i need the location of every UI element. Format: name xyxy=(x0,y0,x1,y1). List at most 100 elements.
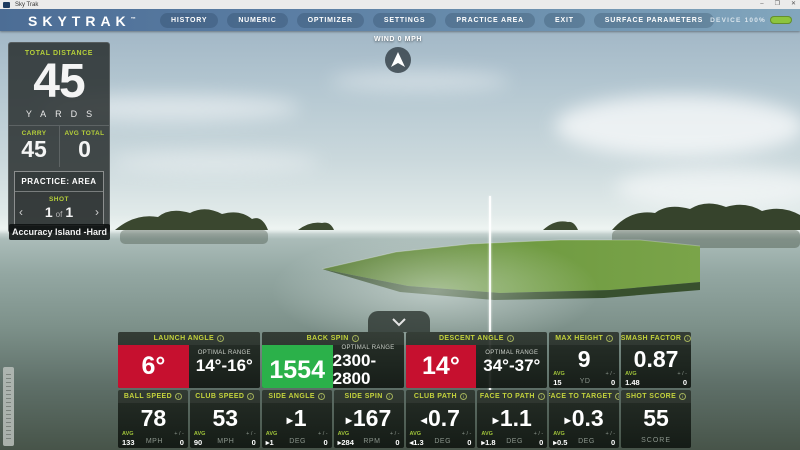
plus-minus-label: + / - xyxy=(318,432,328,438)
plus-minus-label: + / - xyxy=(534,432,544,438)
plus-minus-value: 0 xyxy=(180,439,184,447)
stat-value: 53 xyxy=(213,407,239,430)
info-icon[interactable] xyxy=(460,393,467,400)
direction-arrow-icon: ▸ xyxy=(287,414,293,426)
stat-value: 9 xyxy=(578,348,591,371)
total-distance-value: 45 xyxy=(9,57,109,107)
app-icon xyxy=(3,2,10,8)
direction-arrow-icon: ▸ xyxy=(493,414,499,426)
panel-title: MAX HEIGHT xyxy=(555,335,603,342)
stat-value: 0.87 xyxy=(634,348,679,371)
skytrak-logo: SKYTRAK™ xyxy=(28,13,136,29)
avg-value: ▸1 xyxy=(266,439,274,447)
stat-value: 55 xyxy=(643,407,669,430)
avg-label: AVG xyxy=(122,432,134,438)
info-icon[interactable] xyxy=(606,335,613,342)
score-footer-label: SCORE xyxy=(621,433,691,448)
panel-club-speed: CLUB SPEED 53 AVG90 MPH + / -0 xyxy=(190,390,260,448)
collapse-panels-button[interactable] xyxy=(368,311,430,332)
shot-label: SHOT xyxy=(15,192,103,203)
top-navbar: SKYTRAK™ HISTORY NUMERIC OPTIMIZER SETTI… xyxy=(0,9,800,31)
avg-total-value: 0 xyxy=(60,137,109,162)
info-icon[interactable] xyxy=(507,335,514,342)
avg-label: AVG xyxy=(410,432,422,438)
info-icon[interactable] xyxy=(175,393,182,400)
stat-value: 78 xyxy=(141,407,167,430)
direction-arrow-icon: ▸ xyxy=(565,414,571,426)
nav-item-numeric[interactable]: NUMERIC xyxy=(227,13,287,28)
panel-title: CLUB PATH xyxy=(414,393,457,400)
nav-item-exit[interactable]: EXIT xyxy=(544,13,585,28)
unit-label: YD xyxy=(580,378,591,386)
plus-minus-value: 0 xyxy=(539,439,543,447)
optimal-range-value: 34°-37° xyxy=(483,357,540,375)
panel-smash-factor: SMASH FACTOR 0.87 AVG1.48 + / -0 xyxy=(621,332,691,388)
wind-direction-arrow-icon xyxy=(385,47,411,73)
unit-label: DEG xyxy=(506,438,523,446)
panel-title: SIDE ANGLE xyxy=(268,393,315,400)
nav-item-settings[interactable]: SETTINGS xyxy=(373,13,436,28)
unit-label: MPH xyxy=(217,438,234,446)
info-icon[interactable] xyxy=(247,393,254,400)
info-icon[interactable] xyxy=(538,393,545,400)
plus-minus-label: + / - xyxy=(677,372,687,378)
panel-descent-angle: DESCENT ANGLE 14° OPTIMAL RANGE 34°-37° xyxy=(406,332,548,388)
avg-label: AVG xyxy=(625,372,637,378)
direction-arrow-icon: ▸ xyxy=(346,414,352,426)
stat-value: 167 xyxy=(353,407,391,430)
unit-label: DEG xyxy=(434,438,451,446)
plus-minus-label: + / - xyxy=(605,432,615,438)
avg-value: ▸1.8 xyxy=(481,439,495,447)
avg-label: AVG xyxy=(338,432,350,438)
value-box: 6° xyxy=(118,345,189,388)
skytrak-app: Sky Trak – ❐ ✕ SKYTRAK™ HISTORY NUMERIC … xyxy=(0,0,800,450)
plus-minus-label: + / - xyxy=(605,372,615,378)
plus-minus-value: 0 xyxy=(395,439,399,447)
info-icon[interactable] xyxy=(352,335,359,342)
unit-label: MPH xyxy=(146,438,163,446)
nav-menu: HISTORY NUMERIC OPTIMIZER SETTINGS PRACT… xyxy=(160,9,714,31)
nav-item-history[interactable]: HISTORY xyxy=(160,13,218,28)
info-icon[interactable] xyxy=(318,393,325,400)
distance-units-label: YARDS xyxy=(9,109,109,119)
panel-title: BALL SPEED xyxy=(124,393,172,400)
info-icon[interactable] xyxy=(386,393,393,400)
panel-back-spin: BACK SPIN 1554 OPTIMAL RANGE 2300-2800 R… xyxy=(262,332,404,388)
nav-item-practice-area[interactable]: PRACTICE AREA xyxy=(445,13,535,28)
plus-minus-value: 0 xyxy=(467,439,471,447)
chevron-down-icon xyxy=(391,317,407,327)
next-shot-icon[interactable]: › xyxy=(95,206,99,218)
info-icon[interactable] xyxy=(615,393,619,400)
avg-label: AVG xyxy=(481,432,493,438)
avg-label: AVG xyxy=(194,432,206,438)
nav-item-optimizer[interactable]: OPTIMIZER xyxy=(297,13,364,28)
previous-shot-icon[interactable]: ‹ xyxy=(19,206,23,218)
plus-minus-label: + / - xyxy=(462,432,472,438)
avg-value: 15 xyxy=(553,379,561,387)
wind-label: WIND 0 MPH xyxy=(338,36,458,43)
panel-face-to-path: FACE TO PATH ▸1.1 AVG▸1.8 DEG + / -0 xyxy=(477,390,547,448)
panel-title: SHOT SCORE xyxy=(626,393,676,400)
plus-minus-label: + / - xyxy=(390,432,400,438)
plus-minus-label: + / - xyxy=(246,432,256,438)
info-icon[interactable] xyxy=(679,393,686,400)
nav-item-surface-parameters[interactable]: SURFACE PARAMETERS xyxy=(594,13,714,28)
panel-shot-score: SHOT SCORE 55 SCORE xyxy=(621,390,691,448)
window-titlebar: Sky Trak – ❐ ✕ xyxy=(0,0,800,9)
stat-value: 1 xyxy=(294,407,307,430)
minimize-icon[interactable]: – xyxy=(760,0,763,9)
maximize-icon[interactable]: ❐ xyxy=(775,0,780,9)
panel-ball-speed: BALL SPEED 78 AVG133 MPH + / -0 xyxy=(118,390,188,448)
optimal-range-value: 14°-16° xyxy=(196,357,253,375)
info-icon[interactable] xyxy=(684,335,691,342)
avg-value: ◂1.3 xyxy=(410,439,424,447)
side-panel-tab[interactable] xyxy=(3,367,14,446)
unit-label: RPM xyxy=(363,438,380,446)
shot-selector: ‹ 1of1 › xyxy=(15,203,103,225)
plus-minus-label: + / - xyxy=(174,432,184,438)
carry-cell: CARRY 45 xyxy=(9,126,59,167)
info-icon[interactable] xyxy=(217,335,224,342)
battery-icon xyxy=(770,16,792,24)
plus-minus-value: 0 xyxy=(252,439,256,447)
close-icon[interactable]: ✕ xyxy=(791,0,796,9)
